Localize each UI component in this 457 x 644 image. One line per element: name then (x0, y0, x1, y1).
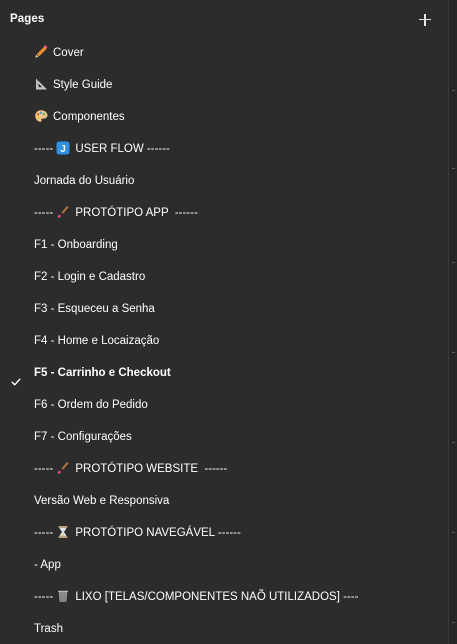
pencil-icon (34, 45, 48, 59)
page-item-prefix: ----- (34, 591, 57, 603)
page-item-label: F4 - Home e Locaização (34, 335, 160, 347)
wastebasket-icon (56, 589, 70, 603)
page-item-label: PROTÓTIPO WEBSITE ------ (75, 463, 228, 475)
pages-panel: Pages Cover Style Guide Componentes ----- J… (0, 0, 457, 644)
pages-title: Pages (10, 13, 45, 25)
page-item-prototipo-app[interactable]: ----- PROTÓTIPO APP ------ (0, 197, 448, 229)
canvas-ruler (448, 0, 457, 644)
checkmark-icon (11, 368, 21, 386)
page-item-f7-configuracoes[interactable]: F7 - Configurações (0, 421, 448, 453)
page-item-f5-carrinho-e-checkout[interactable]: F5 - Carrinho e Checkout (0, 357, 448, 389)
page-item-f1-onboarding[interactable]: F1 - Onboarding (0, 229, 448, 261)
svg-text:J: J (61, 144, 67, 155)
pages-header: Pages (0, 0, 448, 40)
page-item-versao-web-e-responsiva[interactable]: Versão Web e Responsiva (0, 485, 448, 517)
page-item-label: F6 - Ordem do Pedido (34, 399, 148, 411)
page-item-lixo-telas-componentes-nao-utilizados[interactable]: ----- LIXO [TELAS/COMPONENTES NAÕ UTILIZ… (0, 581, 448, 613)
page-item-prototipo-website[interactable]: ----- PROTÓTIPO WEBSITE ------ (0, 453, 448, 485)
page-item-label: Componentes (53, 111, 125, 123)
page-item-label: Trash (34, 623, 63, 635)
page-item-prefix: ----- (34, 527, 57, 539)
page-item-prefix: ----- (34, 463, 57, 475)
page-item-label: F5 - Carrinho e Checkout (34, 367, 171, 379)
page-item-label: F3 - Esqueceu a Senha (34, 303, 155, 315)
page-item-prefix: ----- (34, 207, 57, 219)
page-item-app[interactable]: - App (0, 549, 448, 581)
page-item-label: PROTÓTIPO APP ------ (75, 207, 198, 219)
page-item-label: Versão Web e Responsiva (34, 495, 170, 507)
hourglass-icon (56, 525, 70, 539)
page-item-label: F7 - Configurações (34, 431, 132, 443)
page-item-f2-login-e-cadastro[interactable]: F2 - Login e Cadastro (0, 261, 448, 293)
palette-icon (34, 109, 48, 123)
page-item-prefix: ----- (34, 143, 57, 155)
page-item-label: Jornada do Usuário (34, 175, 135, 187)
page-item-label: LIXO [TELAS/COMPONENTES NAÕ UTILIZADOS] … (75, 591, 359, 603)
page-item-componentes[interactable]: Componentes (0, 101, 448, 133)
pages-list: Cover Style Guide Componentes ----- J USER F… (0, 37, 448, 644)
page-item-f6-ordem-do-pedido[interactable]: F6 - Ordem do Pedido (0, 389, 448, 421)
page-item-label: PROTÓTIPO NAVEGÁVEL ------ (75, 527, 241, 539)
page-item-cover[interactable]: Cover (0, 37, 448, 69)
page-item-prototipo-navegavel[interactable]: ----- PROTÓTIPO NAVEGÁVEL ------ (0, 517, 448, 549)
j-badge-icon: J (56, 141, 70, 155)
add-page-button[interactable] (416, 11, 434, 29)
paintbrush-icon (56, 205, 70, 219)
page-item-f3-esqueceu-a-senha[interactable]: F3 - Esqueceu a Senha (0, 293, 448, 325)
page-item-label: F1 - Onboarding (34, 239, 118, 251)
page-item-f4-home-e-locaizacao[interactable]: F4 - Home e Locaização (0, 325, 448, 357)
page-item-label: Style Guide (53, 79, 113, 91)
page-item-label: Cover (53, 47, 84, 59)
page-item-label: F2 - Login e Cadastro (34, 271, 146, 283)
page-item-label: - App (34, 559, 61, 571)
page-item-trash[interactable]: Trash (0, 613, 448, 644)
paintbrush-icon (56, 461, 70, 475)
page-item-jornada-do-usuario[interactable]: Jornada do Usuário (0, 165, 448, 197)
page-item-label: USER FLOW ------ (75, 143, 170, 155)
page-item-user-flow[interactable]: ----- J USER FLOW ------ (0, 133, 448, 165)
triangular-ruler-icon (34, 77, 48, 91)
page-item-style-guide[interactable]: Style Guide (0, 69, 448, 101)
